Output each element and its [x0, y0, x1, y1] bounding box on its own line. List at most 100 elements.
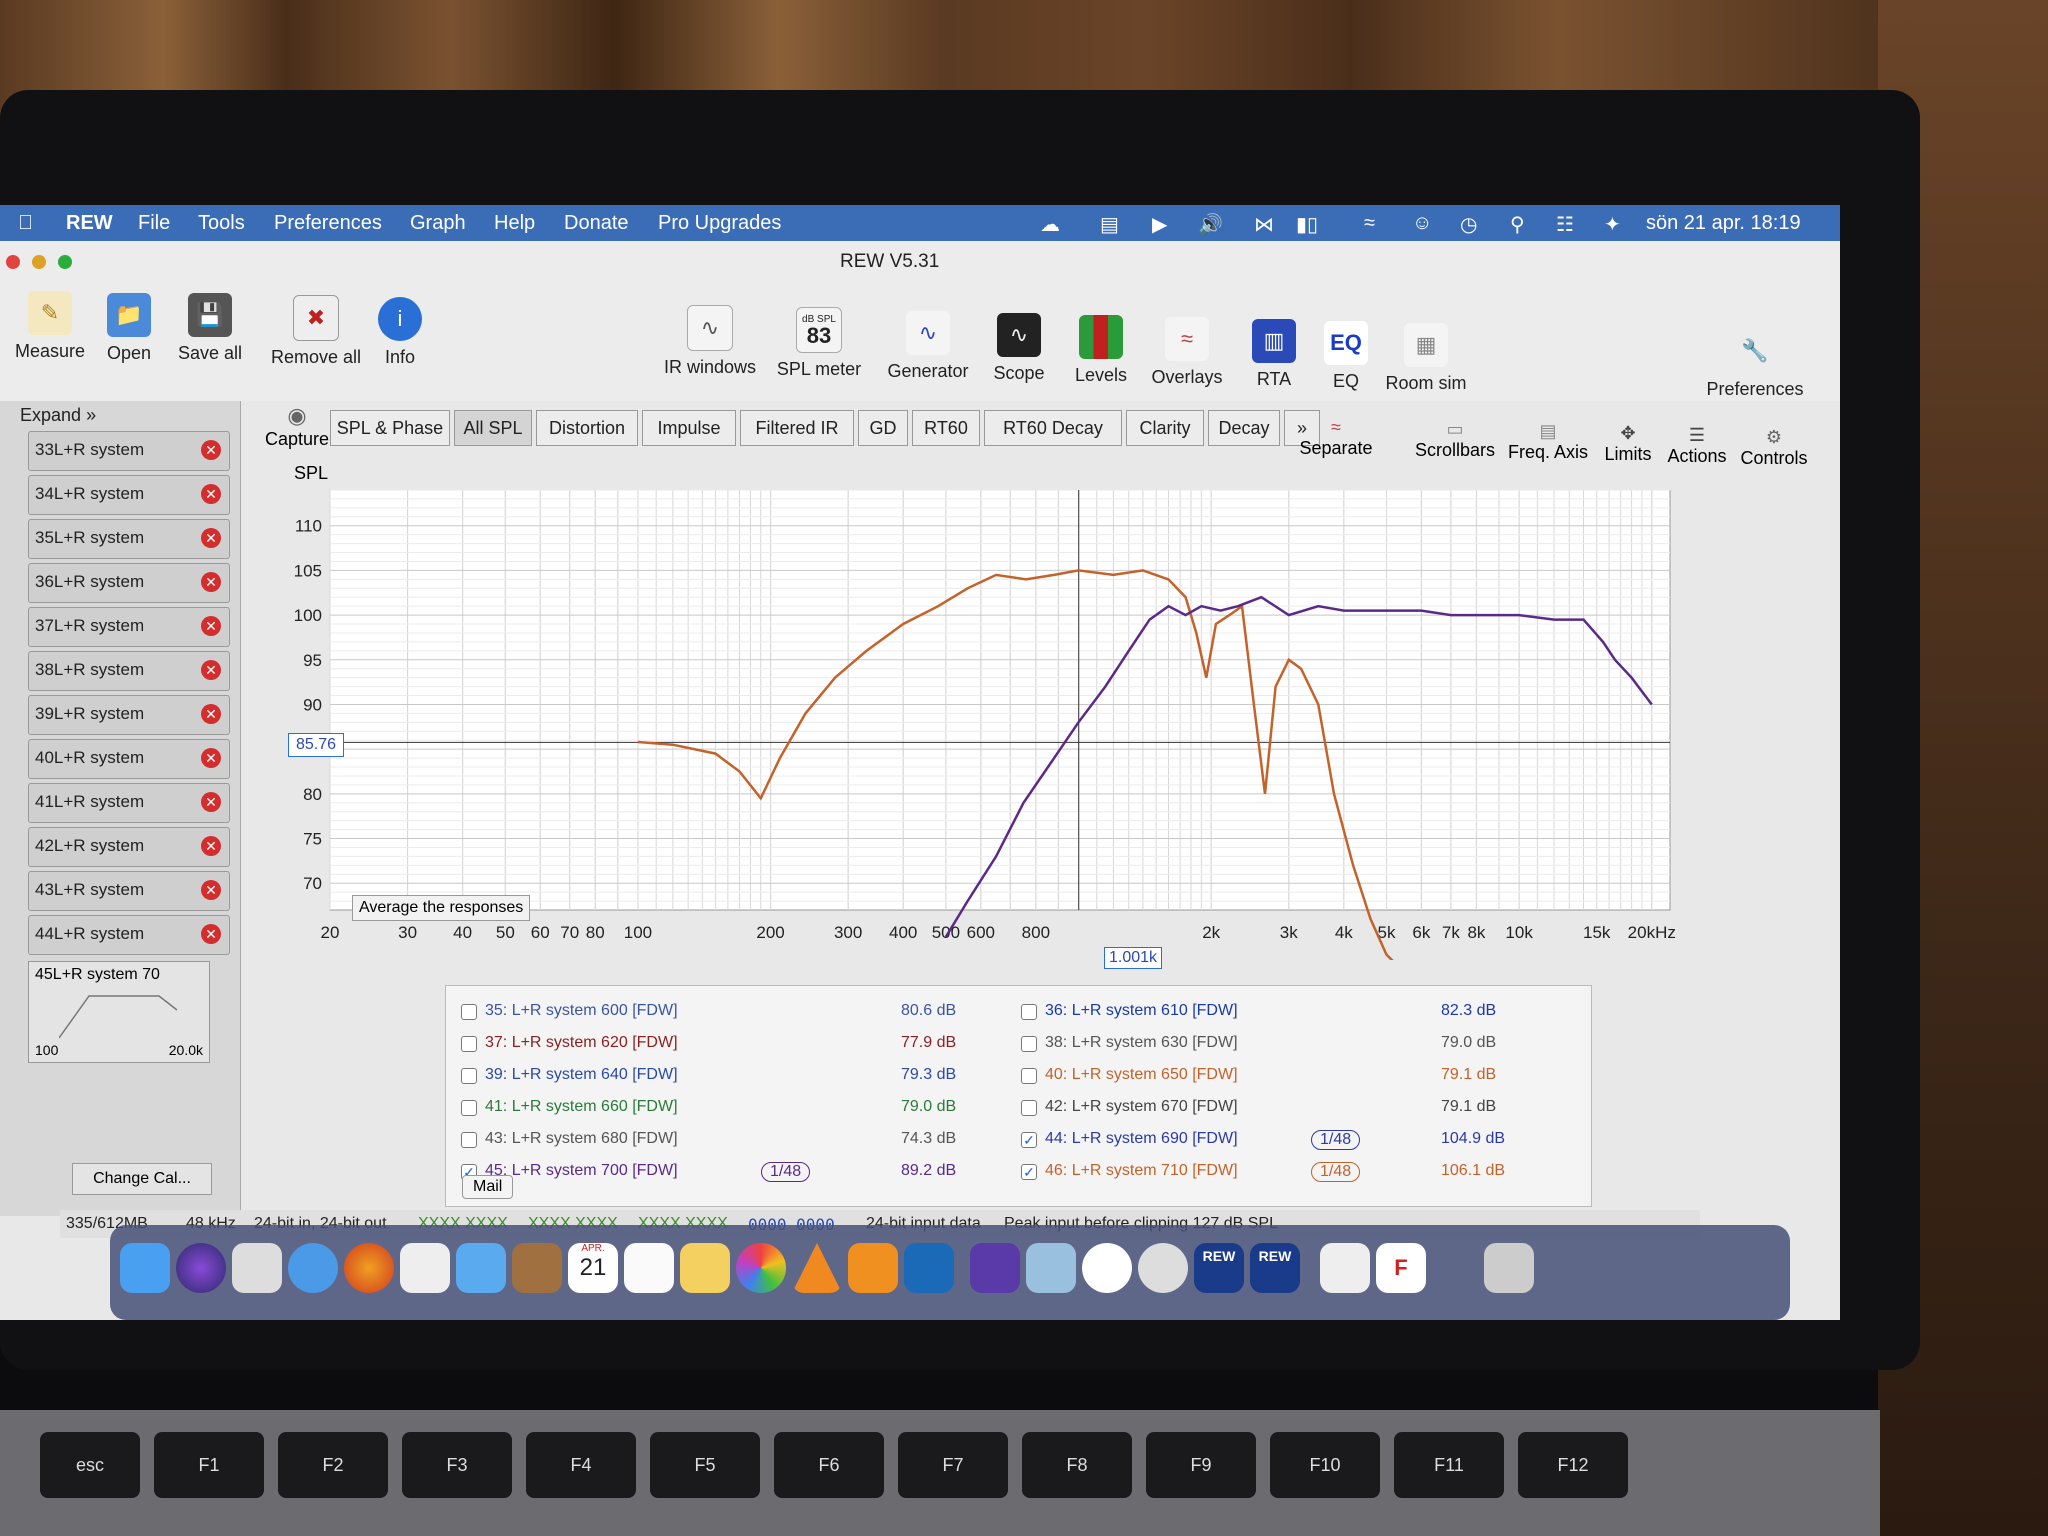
trash-icon[interactable] [1484, 1243, 1534, 1293]
list-item[interactable]: 39: L+R system 640 [FDW] 79.3 dB [461, 1065, 1021, 1087]
key-f6[interactable]: F6 [774, 1432, 884, 1498]
row-checkbox[interactable] [461, 1100, 477, 1116]
wifi-icon[interactable]: ≈ [1364, 212, 1375, 235]
remove-measurement-icon[interactable]: ✕ [201, 616, 221, 636]
list-item[interactable]: 41: L+R system 660 [FDW] 79.0 dB [461, 1097, 1021, 1119]
launchpad-icon[interactable] [232, 1243, 282, 1293]
siri-icon[interactable] [176, 1243, 226, 1293]
preferences-button[interactable]: 🔧 Preferences [1700, 329, 1810, 400]
document-icon[interactable] [1320, 1243, 1370, 1293]
measurement-item[interactable]: 41L+R system ✕ [28, 783, 230, 823]
vlc-icon[interactable] [792, 1243, 842, 1293]
disk-utility-icon[interactable] [1026, 1243, 1076, 1293]
open-button[interactable]: 📁 Open [96, 293, 162, 364]
row-checkbox[interactable] [1021, 1068, 1037, 1084]
rew-app-icon[interactable]: REW [1250, 1243, 1300, 1293]
measure-button[interactable]: ✎ Measure [10, 291, 90, 362]
safari-icon[interactable] [288, 1243, 338, 1293]
actions-button[interactable]: ☰ Actions [1662, 425, 1732, 467]
bluetooth-icon[interactable]: ⋈ [1254, 212, 1274, 237]
menu-app[interactable]: REW [66, 212, 113, 235]
menu-donate[interactable]: Donate [564, 212, 629, 235]
smoothing-badge[interactable]: 1/48 [761, 1162, 811, 1182]
row-checkbox[interactable]: ✓ [1021, 1132, 1037, 1148]
remove-measurement-icon[interactable]: ✕ [201, 880, 221, 900]
expand-button[interactable]: Expand » [20, 405, 96, 426]
measurement-item[interactable]: 42L+R system ✕ [28, 827, 230, 867]
key-f2[interactable]: F2 [278, 1432, 388, 1498]
scope-button[interactable]: ∿ Scope [986, 313, 1052, 384]
tab-rt60-decay[interactable]: RT60 Decay [984, 410, 1122, 446]
smoothing-badge[interactable]: 1/48 [1311, 1130, 1361, 1150]
tab-distortion[interactable]: Distortion [536, 410, 638, 446]
tab-filtered-ir[interactable]: Filtered IR [740, 410, 854, 446]
separate-button[interactable]: ≈ Separate [1296, 417, 1376, 459]
levels-button[interactable]: Levels [1066, 315, 1136, 386]
remove-measurement-icon[interactable]: ✕ [201, 748, 221, 768]
key-f9[interactable]: F9 [1146, 1432, 1256, 1498]
key-f10[interactable]: F10 [1270, 1432, 1380, 1498]
key-f12[interactable]: F12 [1518, 1432, 1628, 1498]
list-item[interactable]: 43: L+R system 680 [FDW] 74.3 dB [461, 1129, 1021, 1151]
list-item[interactable]: 38: L+R system 630 [FDW] 79.0 dB [1021, 1033, 1561, 1055]
row-checkbox[interactable] [461, 1132, 477, 1148]
bankid-icon[interactable] [904, 1243, 954, 1293]
key-f7[interactable]: F7 [898, 1432, 1008, 1498]
key-f11[interactable]: F11 [1394, 1432, 1504, 1498]
limits-button[interactable]: ✥ Limits [1598, 423, 1658, 465]
photos-icon[interactable] [736, 1243, 786, 1293]
menu-help[interactable]: Help [494, 212, 535, 235]
spotlight-icon[interactable]: ⚲ [1510, 212, 1525, 237]
change-cal-button[interactable]: Change Cal... [72, 1163, 212, 1195]
rew-app-icon[interactable]: REW [1194, 1243, 1244, 1293]
calendar-icon[interactable]: APR. 21 [568, 1243, 618, 1293]
measurement-item[interactable]: 40L+R system ✕ [28, 739, 230, 779]
row-checkbox[interactable] [461, 1004, 477, 1020]
tab-spl-phase[interactable]: SPL & Phase [330, 410, 450, 446]
measurement-item[interactable]: 44L+R system ✕ [28, 915, 230, 955]
row-checkbox[interactable] [461, 1068, 477, 1084]
minimize-window-button[interactable] [32, 255, 46, 269]
books-icon[interactable] [848, 1243, 898, 1293]
spl-meter-button[interactable]: dB SPL 83 SPL meter [772, 307, 866, 380]
menu-file[interactable]: File [138, 212, 170, 235]
measurement-item[interactable]: 39L+R system ✕ [28, 695, 230, 735]
ir-windows-button[interactable]: ∿ IR windows [660, 305, 760, 378]
list-item[interactable]: ✓ 44: L+R system 690 [FDW] 1/48 104.9 dB [1021, 1129, 1561, 1151]
row-checkbox[interactable] [1021, 1100, 1037, 1116]
cloud-icon[interactable]: ☁ [1040, 212, 1060, 237]
key-f3[interactable]: F3 [402, 1432, 512, 1498]
remove-measurement-icon[interactable]: ✕ [201, 924, 221, 944]
scrollbars-button[interactable]: ▭ Scrollbars [1410, 419, 1500, 461]
capture-button[interactable]: ◉ Capture [262, 403, 332, 450]
smoothing-badge[interactable]: 1/48 [1311, 1162, 1361, 1182]
list-item[interactable]: ✓ 46: L+R system 710 [FDW] 1/48 106.1 dB [1021, 1161, 1561, 1183]
tab-rt60[interactable]: RT60 [912, 410, 980, 446]
list-item[interactable]: 40: L+R system 650 [FDW] 79.1 dB [1021, 1065, 1561, 1087]
dsp-icon[interactable] [1138, 1243, 1188, 1293]
remove-measurement-icon[interactable]: ✕ [201, 484, 221, 504]
firefox-icon[interactable] [344, 1243, 394, 1293]
remove-measurement-icon[interactable]: ✕ [201, 440, 221, 460]
measurement-item[interactable]: 36L+R system ✕ [28, 563, 230, 603]
list-item[interactable]: 36: L+R system 610 [FDW] 82.3 dB [1021, 1001, 1561, 1023]
eq-button[interactable]: EQ EQ [1318, 321, 1374, 392]
measurement-item[interactable]: 38L+R system ✕ [28, 651, 230, 691]
time-machine-icon[interactable]: ◷ [1460, 212, 1477, 237]
contacts-icon[interactable] [512, 1243, 562, 1293]
measurement-item[interactable]: 35L+R system ✕ [28, 519, 230, 559]
zoom-window-button[interactable] [58, 255, 72, 269]
list-item[interactable]: 35: L+R system 600 [FDW] 80.6 dB [461, 1001, 1021, 1023]
battery-icon[interactable]: ▮▯ [1296, 212, 1318, 237]
menu-preferences[interactable]: Preferences [274, 212, 382, 235]
close-window-button[interactable] [6, 255, 20, 269]
row-checkbox[interactable] [1021, 1004, 1037, 1020]
remove-measurement-icon[interactable]: ✕ [201, 572, 221, 592]
list-item[interactable]: ✓ 45: L+R system 700 [FDW] 1/48 89.2 dB [461, 1161, 1021, 1183]
mission-control-icon[interactable] [400, 1243, 450, 1293]
remove-measurement-icon[interactable]: ✕ [201, 792, 221, 812]
screen-share-icon[interactable]: ▤ [1100, 212, 1119, 237]
row-checkbox[interactable] [1021, 1036, 1037, 1052]
remove-measurement-icon[interactable]: ✕ [201, 836, 221, 856]
menu-pro-upgrades[interactable]: Pro Upgrades [658, 212, 781, 235]
